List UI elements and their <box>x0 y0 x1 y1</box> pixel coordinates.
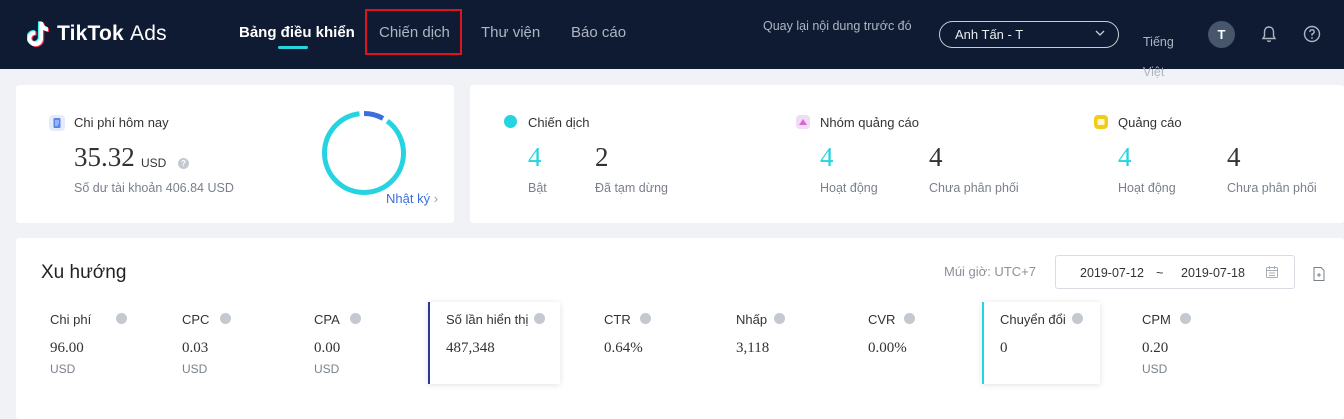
metric-clicks[interactable]: Nhấp 3,118 <box>718 302 850 384</box>
metric-unit: USD <box>314 362 340 376</box>
ads-active-label: Hoạt động <box>1118 181 1176 195</box>
metric-value: 0.20 <box>1142 340 1169 356</box>
help-circle-icon[interactable] <box>1302 24 1322 44</box>
document-icon <box>49 115 65 131</box>
metric-conversions[interactable]: Chuyển đổi 0 <box>982 302 1100 384</box>
metric-label: CPM <box>1142 312 1171 327</box>
date-separator: ~ <box>1156 266 1164 280</box>
activity-log-link[interactable]: Nhật ký › <box>386 191 438 206</box>
metric-label: CTR <box>604 312 631 327</box>
metric-spend[interactable]: Chi phí 96.00 USD <box>32 302 164 384</box>
campaigns-active-count[interactable]: 4 <box>528 142 542 173</box>
ad-icon <box>1094 115 1108 129</box>
status-summary-card: Chiến dịch 4 Bật 2 Đã tạm dừng Nhóm quản… <box>470 85 1344 223</box>
spend-today-label: Chi phí hôm nay <box>74 115 169 130</box>
spend-today-card: Chi phí hôm nay 35.32 USD ? Số dư tài kh… <box>16 85 454 223</box>
spend-today-amount: 35.32 <box>74 142 135 172</box>
ad-group-icon <box>796 115 810 129</box>
metric-value: 96.00 <box>50 340 84 356</box>
tiktok-ads-logo[interactable]: TikTok Ads <box>27 20 167 48</box>
tiktok-logo-icon <box>27 21 49 48</box>
ads-undelivered-label: Chưa phân phối <box>1227 181 1317 195</box>
metric-ctr[interactable]: CTR 0.64% <box>586 302 718 384</box>
user-avatar[interactable]: T <box>1208 21 1235 48</box>
ad-groups-title[interactable]: Nhóm quảng cáo <box>820 115 919 130</box>
campaigns-highlight-box <box>365 9 462 55</box>
help-icon[interactable] <box>904 313 915 324</box>
help-icon[interactable] <box>350 313 361 324</box>
metric-label: Chuyển đổi <box>1000 312 1066 327</box>
spend-currency: USD <box>141 156 167 170</box>
metric-value: 3,118 <box>736 340 770 356</box>
metric-impressions[interactable]: Số lần hiển thị 487,348 <box>428 302 560 384</box>
account-selector[interactable]: Anh Tấn - T <box>939 21 1119 48</box>
trend-card: Xu hướng Múi giờ: UTC+7 2019-07-12 ~ 201… <box>16 238 1344 419</box>
help-icon[interactable] <box>116 313 127 324</box>
nav-library[interactable]: Thư viện <box>481 24 540 41</box>
metric-unit: USD <box>50 362 76 376</box>
top-navbar: TikTok Ads Bảng điều khiển Chiến dịch Th… <box>0 0 1344 79</box>
campaigns-active-label: Bật <box>528 181 547 195</box>
selected-indicator-bar <box>428 302 430 384</box>
nav-dashboard[interactable]: Bảng điều khiển <box>239 24 355 41</box>
metric-value: 0.03 <box>182 340 209 356</box>
ad-groups-active-count[interactable]: 4 <box>820 142 834 173</box>
help-icon[interactable] <box>1072 313 1083 324</box>
metric-label: Nhấp <box>736 312 768 327</box>
date-to[interactable]: 2019-07-18 <box>1181 266 1245 280</box>
metric-cpm[interactable]: CPM 0.20 USD <box>1124 302 1256 384</box>
ad-groups-active-label: Hoạt động <box>820 181 878 195</box>
metric-value: 0.64% <box>604 340 643 356</box>
chevron-down-icon <box>1095 30 1105 36</box>
metric-value: 0.00% <box>868 340 907 356</box>
metric-label: CPA <box>314 312 340 327</box>
date-from[interactable]: 2019-07-12 <box>1080 266 1144 280</box>
language-switcher[interactable]: Tiếng Việt <box>1143 27 1183 87</box>
campaigns-title[interactable]: Chiến dịch <box>528 115 589 130</box>
calendar-icon[interactable] <box>1265 265 1279 279</box>
metric-unit: USD <box>182 362 208 376</box>
account-name: Anh Tấn - T <box>955 27 1024 42</box>
metric-cvr[interactable]: CVR 0.00% <box>850 302 982 384</box>
help-icon[interactable] <box>1180 313 1191 324</box>
metric-value: 0.00 <box>314 340 341 356</box>
nav-reports[interactable]: Báo cáo <box>571 24 626 41</box>
metric-value: 487,348 <box>446 340 495 356</box>
metric-unit: USD <box>1142 362 1168 376</box>
help-icon[interactable] <box>774 313 785 324</box>
help-icon[interactable] <box>220 313 231 324</box>
nav-active-indicator <box>278 46 308 49</box>
logo-text: TikTok Ads <box>57 22 167 45</box>
ad-groups-undelivered-count[interactable]: 4 <box>929 142 943 173</box>
ads-active-count[interactable]: 4 <box>1118 142 1132 173</box>
metric-label: CVR <box>868 312 896 327</box>
account-balance: Số dư tài khoản 406.84 USD <box>74 181 234 195</box>
campaigns-paused-count[interactable]: 2 <box>595 142 609 173</box>
date-range-picker[interactable]: 2019-07-12 ~ 2019-07-18 <box>1055 255 1295 289</box>
help-icon[interactable] <box>640 313 651 324</box>
metric-value: 0 <box>1000 340 1008 356</box>
export-file-icon[interactable] <box>1312 266 1326 282</box>
metric-label: CPC <box>182 312 210 327</box>
timezone-label: Múi giờ: UTC+7 <box>944 264 1036 279</box>
metric-label: Số lần hiển thị <box>446 312 529 327</box>
selected-indicator-bar <box>982 302 984 384</box>
back-to-previous-link[interactable]: Quay lại nội dung trước đó <box>763 18 923 34</box>
campaign-icon <box>504 115 517 128</box>
chevron-right-icon: › <box>433 191 439 206</box>
help-icon[interactable] <box>534 313 545 324</box>
ads-title[interactable]: Quảng cáo <box>1118 115 1182 130</box>
bell-icon[interactable] <box>1259 24 1279 44</box>
help-icon[interactable]: ? <box>178 158 189 169</box>
metric-cpa[interactable]: CPA 0.00 USD <box>296 302 428 384</box>
ads-undelivered-count[interactable]: 4 <box>1227 142 1241 173</box>
metric-label: Chi phí <box>50 312 92 327</box>
campaigns-paused-label: Đã tạm dừng <box>595 181 668 195</box>
ad-groups-undelivered-label: Chưa phân phối <box>929 181 1019 195</box>
metric-cpc[interactable]: CPC 0.03 USD <box>164 302 296 384</box>
trend-title: Xu hướng <box>41 262 127 283</box>
spend-progress-ring <box>322 111 406 195</box>
